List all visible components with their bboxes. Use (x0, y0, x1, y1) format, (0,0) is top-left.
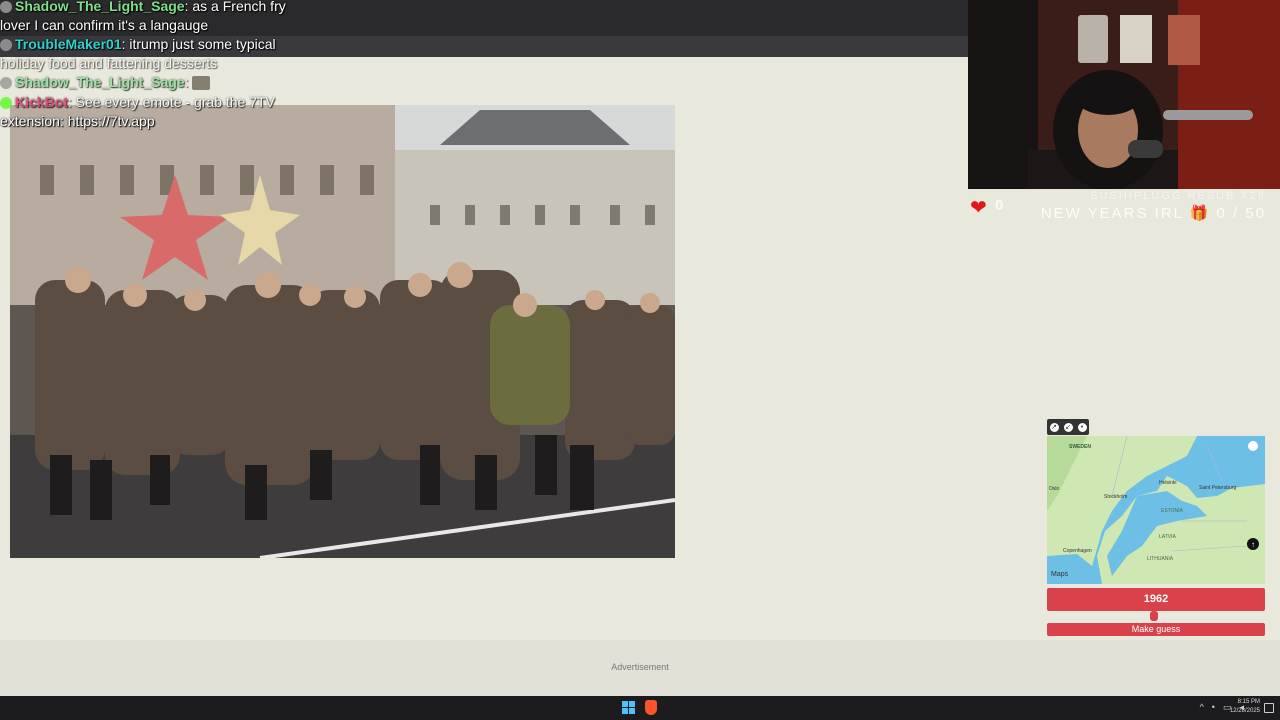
chat-username: KickBot (15, 94, 68, 110)
goal-progress: 0 / 50 (1216, 205, 1266, 222)
microphone-icon[interactable]: • (1212, 702, 1215, 713)
chat-message: TroubleMaker01: itrump just some typical (0, 36, 276, 52)
chat-text: : itrump just some typical (121, 36, 276, 52)
notification-icon[interactable] (1264, 703, 1274, 713)
taskbar-clock[interactable]: 8:15 PM 12/28/2025 (1230, 698, 1260, 716)
chat-text: : (184, 74, 189, 90)
brave-browser-icon[interactable] (645, 700, 657, 715)
year-display: 1962 (1047, 588, 1265, 611)
goal-text: NEW YEARS IRL 🎁 0 / 50 (1041, 204, 1266, 222)
year-slider-thumb[interactable] (1149, 611, 1158, 621)
map-controls: ↗ ↙ • (1047, 419, 1089, 435)
chat-message: Shadow_The_Light_Sage: (0, 74, 211, 91)
windows-taskbar: ^ • ▭ ◂ 8:15 PM 12/28/2025 (0, 696, 1280, 720)
user-badge-icon (0, 77, 12, 90)
chevron-up-icon[interactable]: ^ (1200, 702, 1204, 713)
heart-count: 0 (995, 197, 1004, 214)
guess-map[interactable]: ↑ SWEDEN Helsinki Saint Petersburg Oslo … (1047, 436, 1265, 584)
chat-text: lover I can confirm it's a langauge (0, 17, 209, 33)
gift-icon: 🎁 (1189, 205, 1211, 222)
map-pin-icon[interactable]: • (1077, 422, 1087, 432)
sub-alert-text: SUSHIPLUGG RESUB X28 (1090, 190, 1266, 202)
map-label: Copenhagen (1063, 548, 1092, 554)
map-label: Saint Petersburg (1199, 485, 1237, 491)
chat-text: holiday food and fattening desserts (0, 55, 218, 71)
stream-goal-overlay: ❤ 0 SUSHIPLUGG RESUB X28 NEW YEARS IRL 🎁… (968, 189, 1280, 229)
map-label: Oslo (1049, 486, 1060, 492)
chat-message: lover I can confirm it's a langauge (0, 17, 208, 33)
map-label: Stockholm (1104, 494, 1128, 500)
map-attribution: Maps (1051, 571, 1069, 578)
chat-message: KickBot: See every emote - grab the 7TV (0, 94, 275, 110)
webcam-illustration (968, 0, 1280, 189)
clock-date: 12/28/2025 (1229, 708, 1260, 714)
chat-message: Shadow_The_Light_Sage: as a French fry (0, 0, 286, 14)
chat-message: holiday food and fattening desserts (0, 55, 217, 71)
chat-username: Shadow_The_Light_Sage (15, 74, 185, 90)
map-shrink-icon[interactable]: ↙ (1063, 422, 1073, 432)
streamer-webcam (968, 0, 1280, 189)
heart-icon: ❤ (970, 197, 987, 219)
chat-text: : as a French fry (184, 0, 286, 14)
map-label: ESTONIA (1161, 508, 1183, 514)
chat-message: extension: https://7tv.app (0, 113, 155, 129)
historic-photo (10, 105, 675, 558)
chat-text: extension: https://7tv.app (0, 113, 155, 129)
map-expand-icon[interactable]: ↗ (1049, 422, 1059, 432)
user-badge-icon (0, 1, 12, 14)
goal-label: NEW YEARS IRL (1040, 205, 1184, 222)
map-label: Helsinki (1159, 480, 1177, 486)
chat-username: Shadow_The_Light_Sage (15, 0, 185, 14)
bot-badge-icon (0, 97, 12, 110)
advertisement-area: Advertisement (0, 640, 1280, 696)
map-label: LATVIA (1159, 534, 1176, 540)
photo-illustration (10, 105, 675, 558)
advertisement-label: Advertisement (611, 662, 669, 672)
year-slider[interactable] (1047, 611, 1265, 621)
guess-map-panel: ↗ ↙ • ↑ SWEDEN Helsinki Saint Petersburg… (1047, 419, 1265, 585)
clock-time: 8:15 PM (1237, 699, 1260, 705)
chat-text: : See every emote - grab the 7TV (67, 94, 275, 110)
chat-username: TroubleMaker01 (15, 36, 122, 52)
windows-start-icon[interactable] (622, 701, 635, 714)
svg-text:↑: ↑ (1251, 540, 1255, 549)
map-label: LITHUANIA (1147, 556, 1174, 562)
map-label: SWEDEN (1069, 444, 1091, 450)
make-guess-button[interactable]: Make guess (1047, 623, 1265, 636)
emote-icon (192, 76, 211, 91)
user-badge-icon (0, 39, 12, 52)
